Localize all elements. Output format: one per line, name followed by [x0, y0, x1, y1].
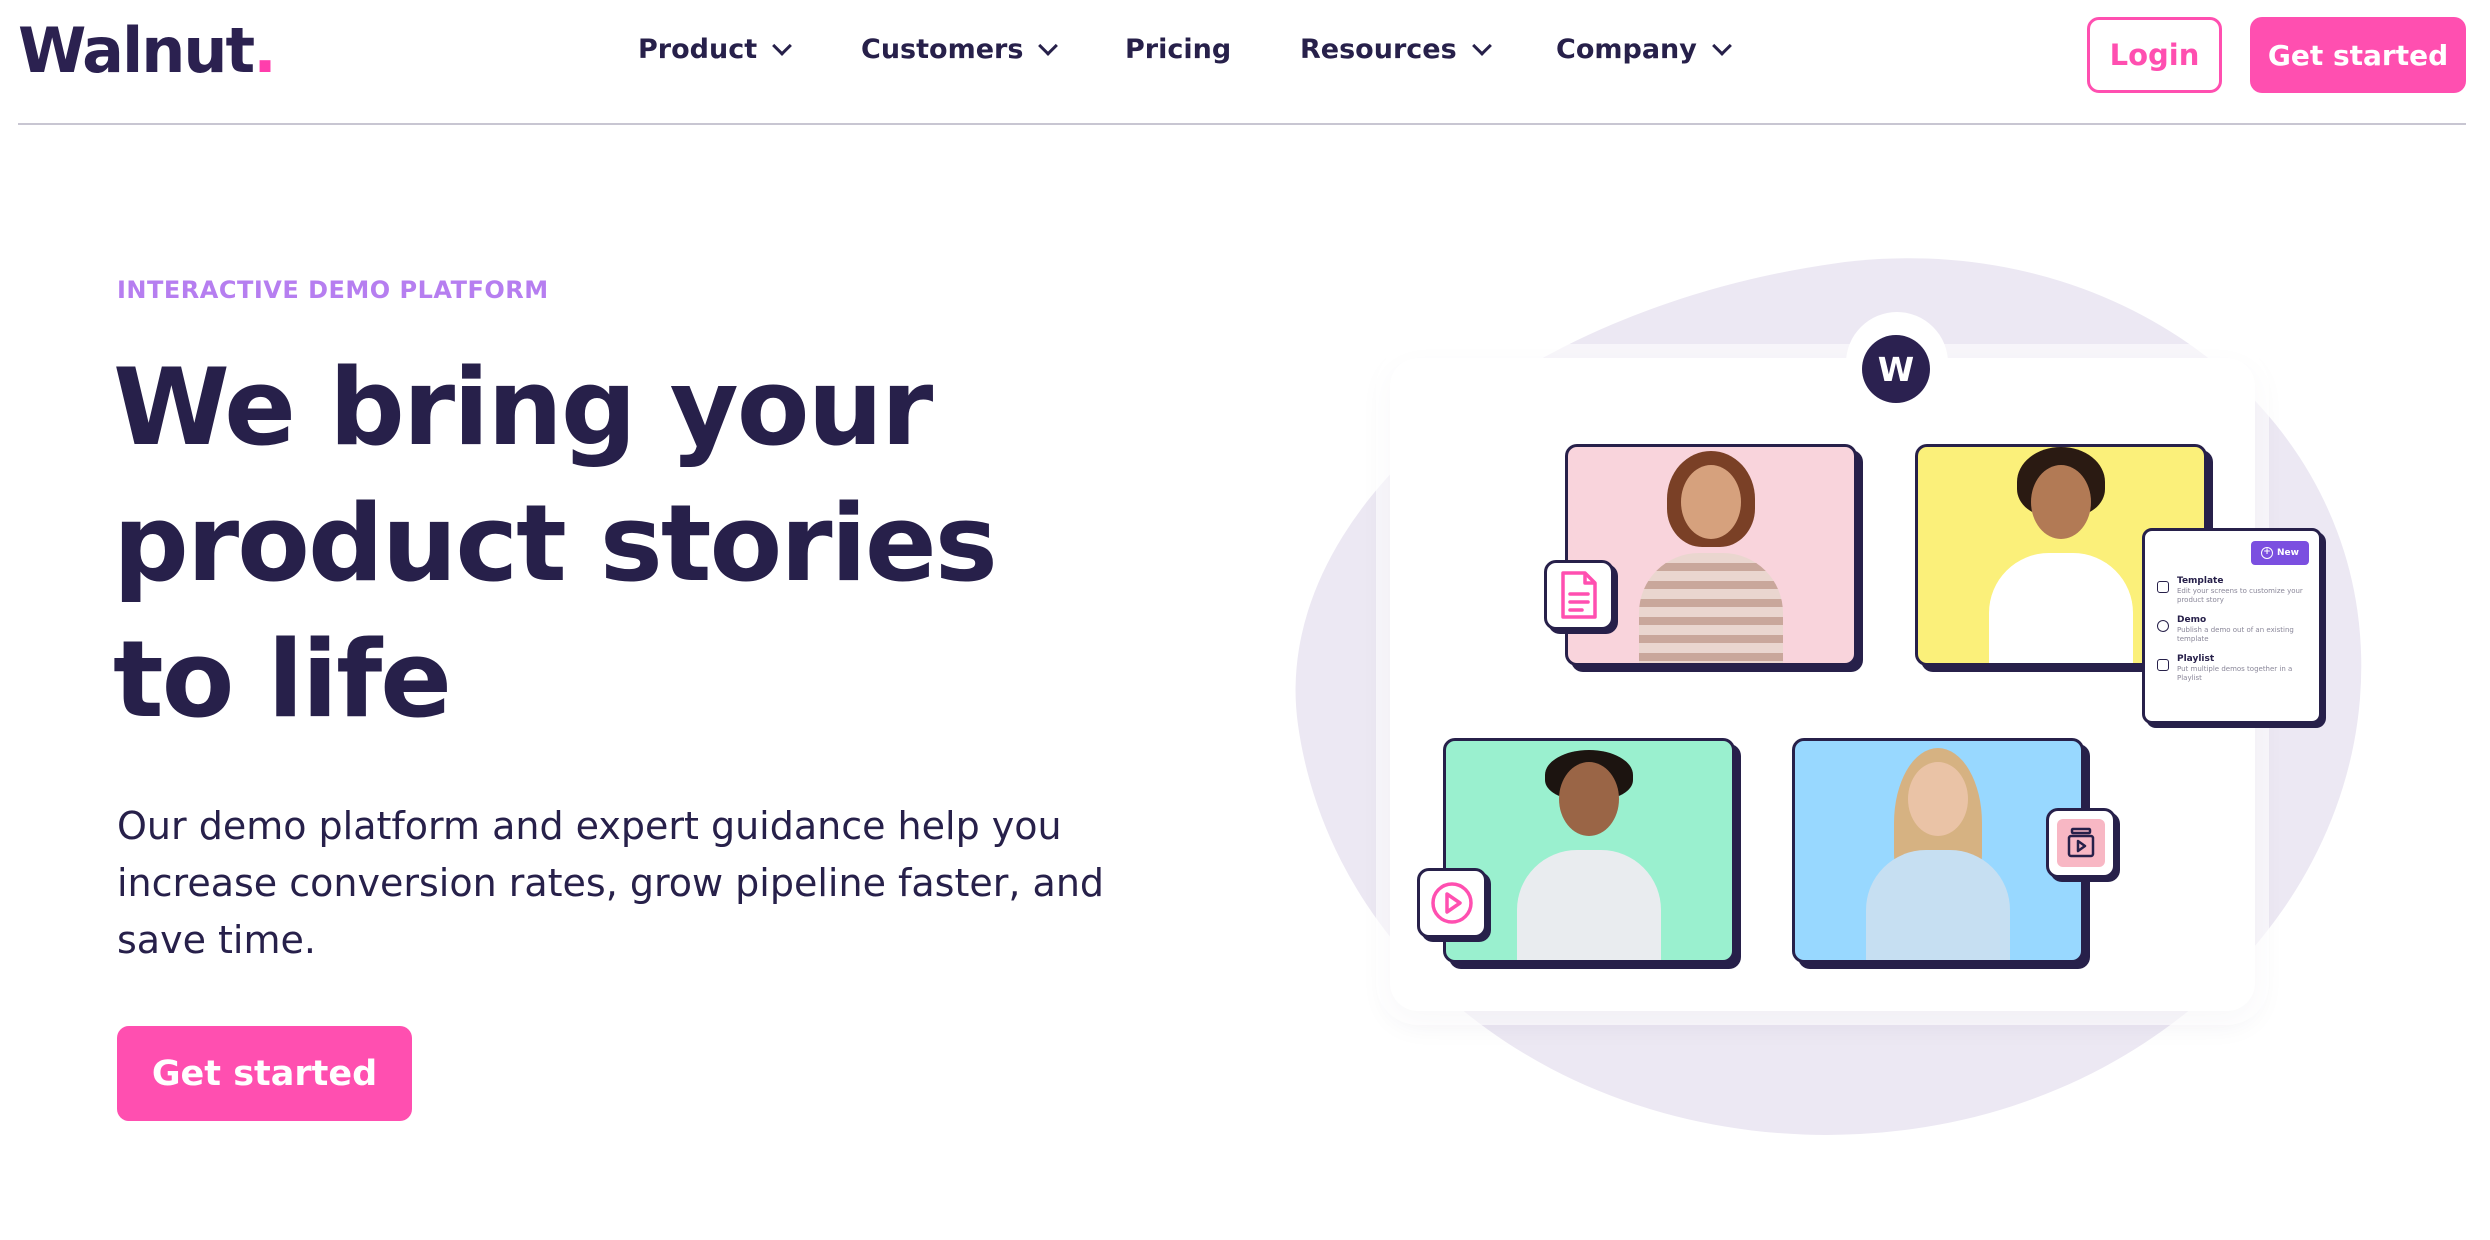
menu-item-playlist[interactable]: Playlist Put multiple demos together in …: [2157, 653, 2313, 683]
chevron-down-icon: [1038, 35, 1059, 56]
nav-item-company[interactable]: Company: [1556, 34, 1732, 65]
create-menu-card: + New Template Edit your screens to cust…: [2142, 528, 2322, 724]
play-icon: [1417, 868, 1487, 938]
document-icon: [1544, 560, 1614, 630]
hero-subtext: Our demo platform and expert guidance he…: [117, 804, 1105, 962]
menu-item-template[interactable]: Template Edit your screens to customize …: [2157, 575, 2313, 605]
nav-item-label: Customers: [861, 34, 1024, 65]
playlist-icon: [2157, 659, 2169, 671]
nav-item-product[interactable]: Product: [638, 34, 793, 65]
stack-icon: [2046, 808, 2116, 878]
nav-item-customers[interactable]: Customers: [861, 34, 1059, 65]
walnut-logo[interactable]: Walnut.: [18, 16, 277, 86]
site-header: Walnut. Product Customers Pricing Resour…: [0, 0, 2490, 124]
login-button[interactable]: Login: [2087, 17, 2222, 93]
nav-item-pricing[interactable]: Pricing: [1125, 34, 1231, 65]
plus-icon: +: [2261, 547, 2274, 559]
headline-line: We bring your: [113, 346, 933, 469]
nav-item-label: Company: [1556, 34, 1697, 65]
menu-item-demo[interactable]: Demo Publish a demo out of an existing t…: [2157, 614, 2313, 644]
new-button[interactable]: + New: [2251, 541, 2309, 565]
get-started-header-button[interactable]: Get started: [2250, 17, 2466, 93]
hero-eyebrow: INTERACTIVE DEMO PLATFORM: [117, 276, 549, 304]
template-icon: [2157, 581, 2169, 593]
get-started-hero-button[interactable]: Get started: [117, 1026, 412, 1121]
hero-headline: We bring your product stories to life: [113, 340, 1213, 748]
person-card-3: [1443, 738, 1735, 963]
person-illustration: [1971, 447, 2151, 663]
person-illustration: [1499, 741, 1679, 960]
person-card-1: [1565, 444, 1857, 666]
nav-item-label: Resources: [1300, 34, 1457, 65]
nav-item-label: Product: [638, 34, 758, 65]
play-circle-icon: [2157, 620, 2169, 632]
headline-line: to life: [113, 618, 452, 741]
nav-item-resources[interactable]: Resources: [1300, 34, 1492, 65]
header-divider: [18, 123, 2466, 125]
chevron-down-icon: [1711, 35, 1732, 56]
create-menu-list: Template Edit your screens to customize …: [2157, 575, 2313, 692]
chevron-down-icon: [772, 35, 793, 56]
nav-item-label: Pricing: [1125, 34, 1232, 65]
person-illustration: [1621, 447, 1801, 663]
person-card-4: [1792, 738, 2084, 963]
person-illustration: [1848, 741, 2028, 960]
headline-line: product stories: [113, 482, 998, 605]
walnut-badge-icon: W: [1862, 335, 1930, 403]
chevron-down-icon: [1471, 35, 1492, 56]
